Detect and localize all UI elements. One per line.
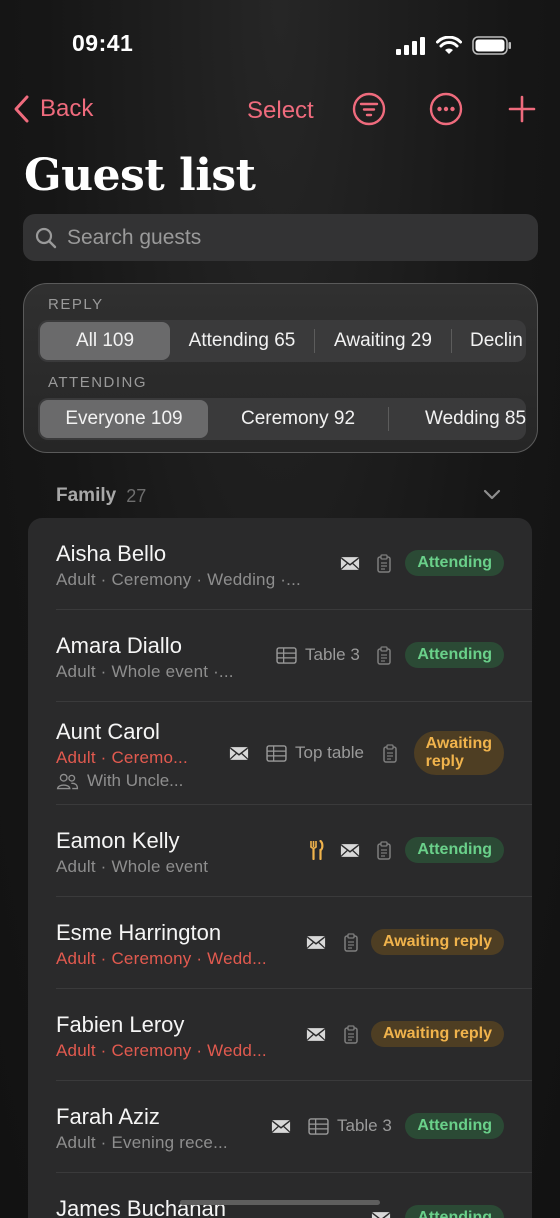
- table-label: Table 3: [305, 645, 360, 664]
- search-icon: [35, 227, 57, 248]
- envelope-icon: [340, 843, 360, 858]
- guest-details: Adult · Whole event ·...: [56, 662, 234, 681]
- guest-name: Farah Aziz: [56, 1104, 160, 1129]
- attending-segmented-control: Everyone 109 Ceremony 92 Wedding 85: [38, 398, 526, 440]
- status-badge: Awaiting reply: [370, 929, 504, 955]
- status-bar: 09:41: [0, 0, 560, 90]
- status-badge: Attending: [405, 1205, 504, 1218]
- status-badge-line1: Awaiting: [425, 735, 492, 752]
- guest-details: Adult · Ceremony · Wedding ·...: [56, 570, 301, 589]
- status-badge: Attending: [405, 550, 504, 576]
- envelope-icon: [306, 1027, 326, 1042]
- table-assignment: Table 3: [276, 645, 360, 665]
- guest-name: Aisha Bello: [56, 541, 167, 566]
- envelope-icon: [371, 1211, 391, 1218]
- navigation-bar: Back Select: [0, 90, 560, 134]
- guest-name: Aunt Carol: [56, 719, 160, 744]
- reply-option-all[interactable]: All 109: [40, 322, 170, 360]
- search-bar[interactable]: [23, 214, 538, 261]
- filter-icon[interactable]: [352, 92, 386, 126]
- table-assignment: Table 3: [308, 1116, 392, 1136]
- note-icon: [376, 554, 392, 574]
- signal-icon: [396, 36, 425, 55]
- select-button[interactable]: Select: [247, 97, 314, 125]
- attending-option-wedding[interactable]: Wedding 85: [389, 400, 526, 438]
- status-badge: Attending: [405, 1113, 504, 1139]
- reply-option-awaiting[interactable]: Awaiting 29: [315, 322, 451, 360]
- plus-icon[interactable]: [507, 92, 537, 126]
- people-icon: [56, 773, 79, 790]
- section-header-family[interactable]: Family 27: [56, 485, 506, 507]
- envelope-icon: [306, 935, 326, 950]
- guest-name: Amara Diallo: [56, 633, 182, 658]
- guest-row-fabien-leroy[interactable]: Fabien Leroy Adult · Ceremony · Wedd... …: [28, 989, 532, 1081]
- filter-card: REPLY All 109 Attending 65 Awaiting 29 D…: [23, 283, 538, 453]
- guest-details: Adult · Ceremony · Wedd...: [56, 949, 267, 968]
- note-icon: [343, 933, 359, 953]
- attending-filter-label: ATTENDING: [48, 374, 148, 391]
- envelope-icon: [271, 1119, 291, 1134]
- guest-row-amara-diallo[interactable]: Amara Diallo Adult · Whole event ·... Ta…: [28, 610, 532, 702]
- guest-list: Aisha Bello Adult · Ceremony · Wedding ·…: [28, 518, 532, 1218]
- status-badge: Awaiting reply: [370, 1021, 504, 1047]
- guest-row-esme-harrington[interactable]: Esme Harrington Adult · Ceremony · Wedd.…: [28, 897, 532, 989]
- section-title: Family: [56, 485, 117, 506]
- guest-row-eamon-kelly[interactable]: Eamon Kelly Adult · Whole event Attendin…: [28, 805, 532, 897]
- reply-filter-label: REPLY: [48, 296, 104, 313]
- search-input[interactable]: [67, 225, 487, 250]
- status-badge: Attending: [405, 642, 504, 668]
- guest-name: Fabien Leroy: [56, 1012, 185, 1037]
- attending-option-everyone[interactable]: Everyone 109: [40, 400, 208, 438]
- note-icon: [376, 841, 392, 861]
- wifi-icon: [436, 36, 462, 54]
- guest-name: Eamon Kelly: [56, 828, 180, 853]
- guest-companion: With Uncle...: [56, 771, 183, 791]
- table-icon: [266, 745, 287, 762]
- table-assignment: Top table: [266, 743, 364, 763]
- companion-label: With Uncle...: [87, 771, 184, 790]
- table-label: Top table: [295, 743, 364, 762]
- guest-row-james-buchanan[interactable]: James Buchanan Attending: [28, 1173, 532, 1218]
- note-icon: [376, 646, 392, 666]
- envelope-icon: [340, 556, 360, 571]
- guest-details: Adult · Ceremo...: [56, 748, 188, 767]
- guest-row-farah-aziz[interactable]: Farah Aziz Adult · Evening rece... Table…: [28, 1081, 532, 1173]
- guest-details: Adult · Whole event: [56, 857, 209, 876]
- status-badge: Awaiting reply: [413, 731, 504, 775]
- reply-option-attending[interactable]: Attending 65: [170, 322, 314, 360]
- guest-row-aisha-bello[interactable]: Aisha Bello Adult · Ceremony · Wedding ·…: [28, 518, 532, 610]
- note-icon: [382, 744, 398, 764]
- note-icon: [343, 1025, 359, 1045]
- status-time: 09:41: [72, 30, 134, 56]
- attending-option-ceremony[interactable]: Ceremony 92: [208, 400, 388, 438]
- status-icons: [396, 36, 512, 55]
- back-label: Back: [40, 95, 94, 122]
- status-badge: Attending: [405, 837, 504, 863]
- chevron-left-icon: [14, 95, 29, 123]
- cutlery-icon: [308, 840, 324, 860]
- guest-details: Adult · Ceremony · Wedd...: [56, 1041, 267, 1060]
- guest-details: Adult · Evening rece...: [56, 1133, 228, 1152]
- guest-row-aunt-carol[interactable]: Aunt Carol Adult · Ceremo... With Uncle.…: [28, 702, 532, 805]
- guest-name: Esme Harrington: [56, 920, 222, 945]
- table-icon: [308, 1118, 329, 1135]
- envelope-icon: [229, 746, 249, 761]
- status-badge-line2: reply: [425, 753, 464, 770]
- back-button[interactable]: Back: [12, 94, 93, 124]
- page-title: Guest list: [24, 150, 256, 201]
- table-label: Table 3: [337, 1116, 392, 1135]
- reply-segmented-control: All 109 Attending 65 Awaiting 29 Declin: [38, 320, 526, 362]
- section-count: 27: [126, 485, 147, 506]
- more-icon[interactable]: [429, 92, 463, 126]
- home-indicator[interactable]: [180, 1200, 380, 1205]
- table-icon: [276, 647, 297, 664]
- reply-option-declined[interactable]: Declin: [452, 322, 526, 360]
- chevron-down-icon[interactable]: [482, 487, 502, 501]
- battery-icon: [472, 36, 511, 55]
